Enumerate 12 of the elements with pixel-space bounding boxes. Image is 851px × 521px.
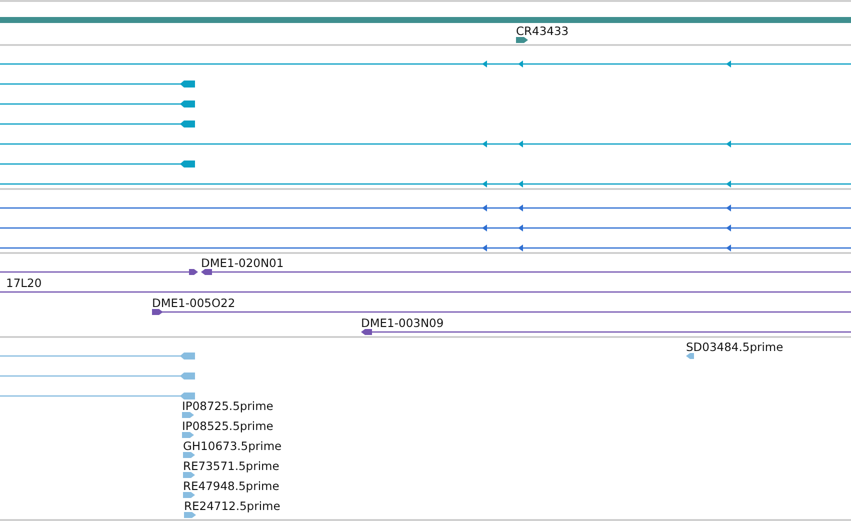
feature-label: RE24712.5prime [184,499,280,513]
feature-label: DME1-005O22 [152,296,236,310]
feature-label: DME1-020N01 [201,256,284,270]
feature-label: CR43433 [516,24,569,38]
feature-label: SD03484.5prime [686,340,784,354]
feature-label: IP08725.5prime [182,399,274,413]
feature-label: IP08525.5prime [182,419,274,433]
feature-label: RE73571.5prime [183,459,280,473]
feature-label: 17L20 [6,276,42,290]
feature-label: RE47948.5prime [183,479,280,493]
feature-label: GH10673.5prime [183,439,282,453]
feature-label: DME1-003N09 [361,316,444,330]
